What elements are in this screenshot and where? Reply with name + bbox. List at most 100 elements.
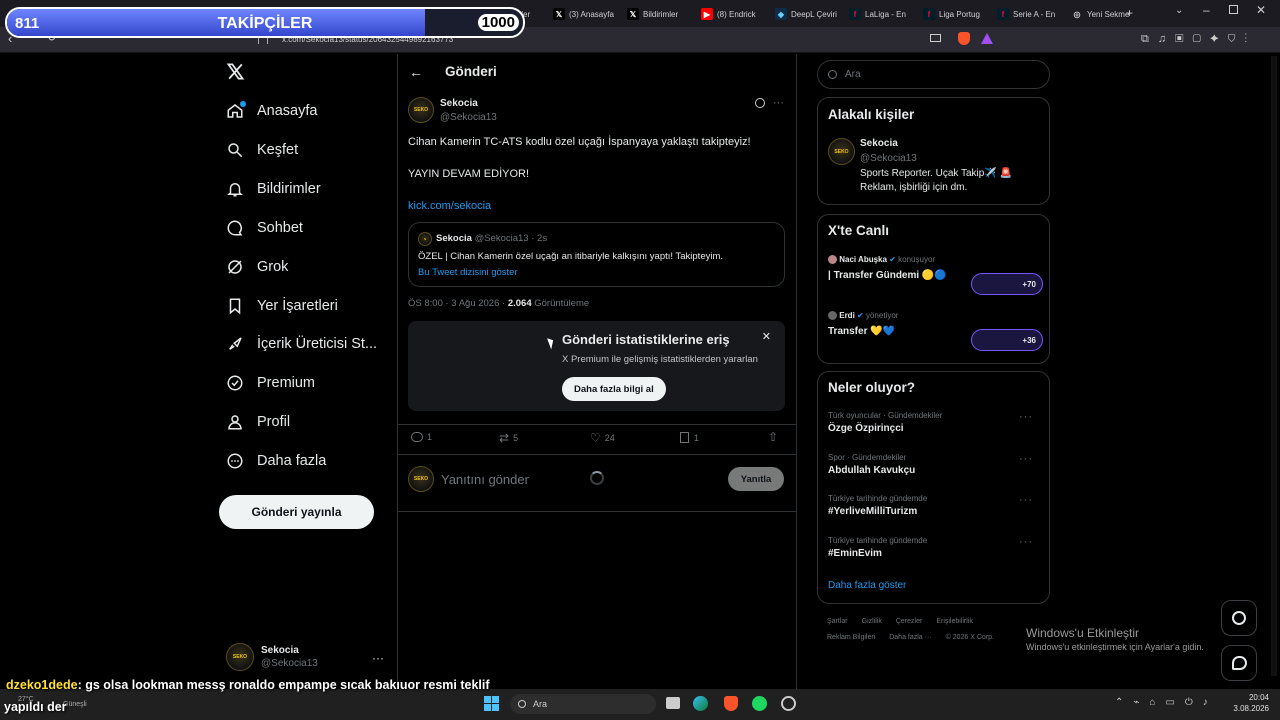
nav-item-search[interactable]: Keşfet xyxy=(226,141,298,159)
reply-count: 1 xyxy=(427,432,433,442)
quoted-post[interactable]: S Sekocia @Sekocia13 · 2s ÖZEL | Cihan K… xyxy=(408,222,785,287)
nav-item-bookmark[interactable]: Yer İşaretleri xyxy=(226,297,338,315)
more-icon[interactable]: ··· xyxy=(372,651,384,665)
close-window-icon[interactable]: ✕ xyxy=(1256,3,1266,17)
post-avatar[interactable]: SEKO xyxy=(408,97,434,123)
app-icon[interactable] xyxy=(781,696,796,711)
taskbar-search[interactable]: Ara xyxy=(510,694,656,714)
browser-tab[interactable]: 𝕏 Bildirimler xyxy=(627,3,697,25)
quote-avatar: S xyxy=(418,232,432,246)
post-author-handle[interactable]: @Sekocia13 xyxy=(440,112,497,123)
live-item[interactable]: Naci Abuşka ✔ konuşuyor | Transfer Günde… xyxy=(828,255,1043,299)
reply-icon xyxy=(411,432,423,442)
related-title: Alakalı kişiler xyxy=(828,107,915,122)
browser-tab[interactable]: ◆ DeepL Çeviri xyxy=(775,3,845,25)
footer-link[interactable]: Çerezler xyxy=(896,618,922,625)
related-avatar[interactable]: SEKO xyxy=(828,138,855,165)
grok-float-button[interactable] xyxy=(1221,600,1257,636)
premium-learn-more-button[interactable]: Daha fazla bilgi al xyxy=(562,377,666,401)
minimize-icon[interactable]: – xyxy=(1203,3,1210,17)
brave-icon[interactable] xyxy=(724,696,738,711)
share-icon[interactable]: ⇧ xyxy=(768,430,778,444)
nav-item-verified-badge[interactable]: Premium xyxy=(226,374,315,392)
toolbar-icons[interactable]: ⧉♫▣▢✦⛉⋮ xyxy=(1141,33,1256,46)
quote-text: ÖZEL | Cihan Kamerin özel uçağı an itiba… xyxy=(418,251,724,262)
footer-link[interactable]: Erişilebilirlik xyxy=(936,618,973,625)
x-icon: 𝕏 xyxy=(553,8,565,20)
follower-current: 811 xyxy=(15,15,40,32)
brave-shields-icon[interactable] xyxy=(958,32,970,45)
browser-tab[interactable]: ▶ (8) Endrick xyxy=(701,3,771,25)
more-icon[interactable]: ··· xyxy=(1019,411,1033,423)
maximize-icon[interactable] xyxy=(1229,5,1238,14)
start-button-icon[interactable] xyxy=(484,696,499,711)
post-author-name[interactable]: Sekocia xyxy=(440,98,478,109)
post-meta: ÖS 8:00 · 3 Ağu 2026 · 2.064 Görüntüleme xyxy=(408,298,589,309)
show-more-link[interactable]: Daha fazla göster xyxy=(828,580,906,591)
bookmark-action[interactable]: 1 xyxy=(680,432,699,443)
back-arrow-icon[interactable]: ← xyxy=(409,64,423,80)
quote-author-name: Sekocia xyxy=(436,233,472,244)
trend-item[interactable]: Spor · Gündemdekiler Abdullah Kavukçu ··· xyxy=(828,453,1043,476)
spotify-icon[interactable] xyxy=(752,696,767,711)
nav-item-more-circle[interactable]: Daha fazla xyxy=(226,452,326,470)
account-switcher[interactable]: SEKO Sekocia @Sekocia13 ··· xyxy=(226,643,386,671)
trend-name: Abdullah Kavukçu xyxy=(828,464,916,476)
x-logo-icon[interactable] xyxy=(226,62,245,81)
tab-label: Serie A - En xyxy=(1013,9,1056,19)
live-item[interactable]: Erdi ✔ yönetiyor Transfer 💛💙 +36 xyxy=(828,311,1043,355)
grok-icon[interactable] xyxy=(755,98,765,108)
task-view-icon[interactable] xyxy=(666,697,680,709)
system-tray-icons[interactable]: ⌃⌁⌂▭⏻♪ xyxy=(1115,697,1218,708)
reply-input[interactable]: Yanıtını gönder xyxy=(441,472,529,487)
footer-link[interactable]: Gizlilik xyxy=(862,618,882,625)
close-icon[interactable]: ✕ xyxy=(762,330,771,343)
search-box[interactable]: Ara xyxy=(817,60,1050,89)
more-circle-icon xyxy=(226,452,244,470)
more-icon[interactable]: ··· xyxy=(1019,536,1033,548)
chat-text: : gs olsa lookman messş ronaldo empampe … xyxy=(77,678,490,692)
footer-link[interactable]: Reklam Bilgileri xyxy=(827,634,875,641)
footer-link[interactable]: Şartlar xyxy=(827,618,848,625)
like-action[interactable]: ♡ 24 xyxy=(590,431,615,445)
post-button[interactable]: Gönderi yayınla xyxy=(219,495,374,529)
nav-item-rocket[interactable]: İçerik Üreticisi St... xyxy=(226,335,377,353)
browser-tab[interactable]: f Serie A - En xyxy=(997,3,1067,25)
reply-button[interactable]: Yanıtla xyxy=(728,467,784,491)
quote-time: 2s xyxy=(537,233,548,244)
more-icon[interactable]: ··· xyxy=(1019,453,1033,465)
nav-item-grok[interactable]: Grok xyxy=(226,258,288,276)
search-placeholder: Ara xyxy=(845,69,861,80)
trend-item[interactable]: Türkiye tarihinde gündemde #YerliveMilliT… xyxy=(828,494,1043,517)
tab-list-icon[interactable]: ⌄ xyxy=(1175,5,1183,16)
live-role: konuşuyor xyxy=(898,255,936,264)
messages-float-button[interactable] xyxy=(1221,645,1257,681)
post-more-icon[interactable]: ··· xyxy=(773,97,784,109)
reply-action[interactable]: 1 xyxy=(411,432,432,442)
browser-tab[interactable]: 𝕏 (3) Anasayfa xyxy=(553,3,623,25)
trend-item[interactable]: Türk oyuncular · Gündemdekiler Özge Özpir… xyxy=(828,411,1043,434)
live-role: yönetiyor xyxy=(865,311,899,320)
trend-item[interactable]: Türkiye tarihinde gündemde #EminEvim ··· xyxy=(828,536,1043,559)
nav-item-chat-bubble[interactable]: Sohbet xyxy=(226,219,303,237)
related-handle[interactable]: @Sekocia13 xyxy=(860,153,917,164)
view-label: Görüntüleme xyxy=(534,298,590,309)
repost-action[interactable]: ⇄ 5 xyxy=(499,431,518,445)
post-link[interactable]: kick.com/sekocia xyxy=(408,200,491,212)
browser-tab[interactable]: f Liga Portug xyxy=(923,3,993,25)
footer-link[interactable]: © 2026 X Corp. xyxy=(946,634,994,641)
brave-rewards-icon[interactable] xyxy=(981,33,993,44)
more-icon[interactable]: ··· xyxy=(1019,494,1033,506)
scrollbar[interactable] xyxy=(1271,56,1277,676)
reader-view-icon[interactable] xyxy=(930,34,941,42)
trend-name: #YerliveMilliTurizm xyxy=(828,506,918,517)
show-thread-link[interactable]: Bu Tweet dizisini göster xyxy=(418,267,518,278)
taskbar-clock[interactable]: 20:04 3.08.2026 xyxy=(1233,693,1269,713)
nav-item-bell[interactable]: Bildirimler xyxy=(226,180,321,198)
new-tab-button[interactable]: + xyxy=(1126,6,1133,20)
footer-link[interactable]: Daha fazla ··· xyxy=(889,634,931,641)
browser-tab[interactable]: f LaLiga - En xyxy=(849,3,919,25)
related-name[interactable]: Sekocia xyxy=(860,138,898,149)
nav-item-person[interactable]: Profil xyxy=(226,413,290,431)
edge-icon[interactable] xyxy=(693,696,708,711)
